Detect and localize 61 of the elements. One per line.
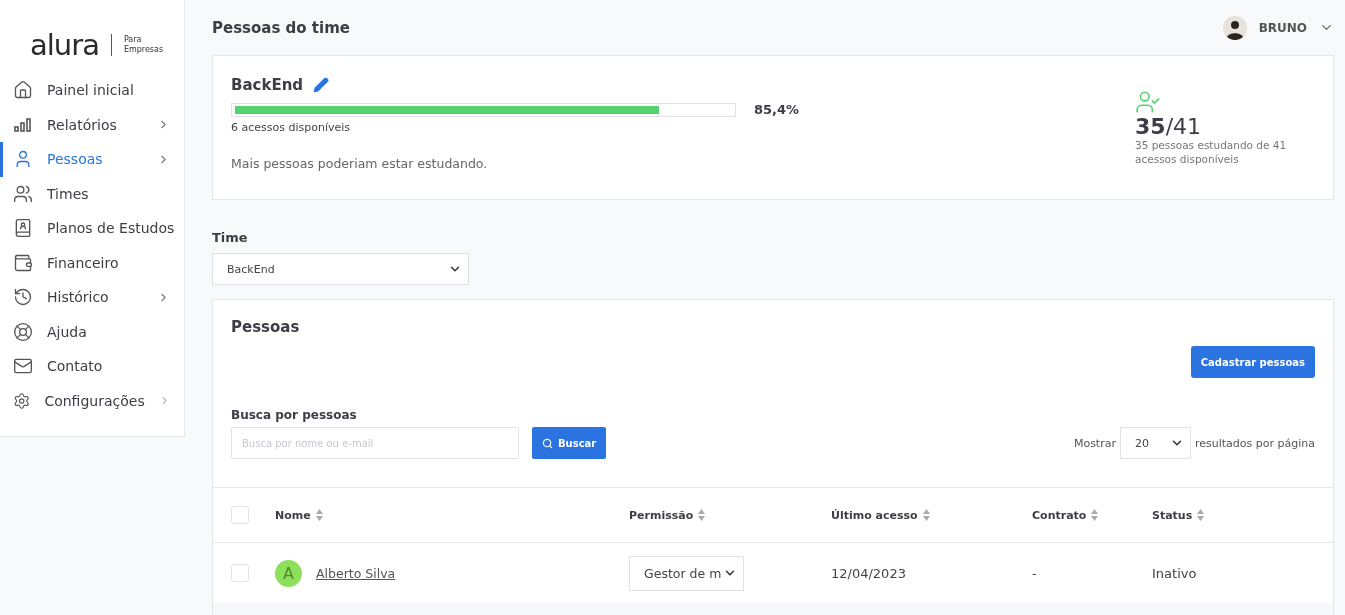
sort-icon[interactable] bbox=[315, 509, 323, 521]
user-check-icon bbox=[1135, 89, 1161, 116]
sort-icon[interactable] bbox=[922, 509, 930, 521]
page-title: Pessoas do time bbox=[212, 18, 350, 37]
team-name: BackEnd bbox=[231, 76, 304, 94]
sort-icon[interactable] bbox=[1091, 509, 1099, 521]
team-filter-label: Time bbox=[212, 230, 249, 245]
sidebar-item[interactable]: Painel inicial bbox=[0, 73, 184, 108]
row-checkbox[interactable] bbox=[231, 564, 249, 582]
table-cell-text: - bbox=[1032, 565, 1038, 581]
user-avatar[interactable] bbox=[1222, 15, 1247, 40]
info-message: Mais pessoas poderiam estar estudando. bbox=[231, 156, 489, 171]
history-icon bbox=[13, 287, 33, 308]
team-select[interactable]: BackEnd bbox=[212, 253, 469, 285]
sidebar-item[interactable]: Relatórios bbox=[0, 107, 184, 142]
contact-book-icon bbox=[13, 218, 33, 239]
per-page-label: resultados por página bbox=[1195, 436, 1315, 450]
sort-icon[interactable] bbox=[698, 509, 706, 521]
logo-tagline: Empresas bbox=[123, 45, 164, 55]
sidebar-item[interactable]: Contato bbox=[0, 349, 184, 384]
search-button[interactable]: Buscar bbox=[532, 427, 607, 459]
sidebar-item[interactable]: Ajuda bbox=[0, 314, 184, 349]
initial-avatar: A bbox=[275, 559, 302, 587]
column-header[interactable]: Nome bbox=[275, 508, 629, 522]
sidebar-item[interactable]: Histórico bbox=[0, 280, 184, 315]
column-header[interactable]: Permissão bbox=[629, 508, 831, 522]
lifebuoy-icon bbox=[13, 321, 33, 342]
page-size-select[interactable]: 20 bbox=[1120, 427, 1191, 459]
search-label: Busca por pessoas bbox=[231, 408, 358, 422]
progress-percent: 85,4% bbox=[754, 102, 800, 117]
select-all-checkbox[interactable] bbox=[231, 506, 249, 524]
wallet-icon bbox=[13, 252, 33, 273]
permission-select[interactable]: Gestor de m bbox=[629, 555, 744, 591]
sidebar-item[interactable]: Planos de Estudos bbox=[0, 211, 184, 246]
column-header[interactable]: Último acesso bbox=[831, 508, 1032, 522]
sidebar-item[interactable]: Financeiro bbox=[0, 245, 184, 280]
person-name-link[interactable]: Alberto Silva bbox=[316, 565, 396, 581]
column-header[interactable]: Status bbox=[1152, 508, 1333, 522]
show-label: Mostrar bbox=[1073, 436, 1116, 450]
logo-text: alura bbox=[30, 30, 99, 60]
user-name[interactable]: BRUNO bbox=[1258, 20, 1307, 35]
table-cell-text: 12/04/2023 bbox=[831, 565, 907, 581]
available-text: 6 acessos disponíveis bbox=[231, 121, 352, 134]
sort-icon[interactable] bbox=[1197, 509, 1205, 521]
total-count: /41 bbox=[1165, 114, 1202, 140]
table-cell-text: Inativo bbox=[1152, 565, 1198, 581]
sidebar-item[interactable]: Times bbox=[0, 176, 184, 211]
count-caption: 35 pessoas estudando de 41 acessos disponíveis bbox=[1135, 139, 1288, 166]
people-icon bbox=[13, 183, 33, 204]
add-people-button[interactable]: Cadastrar pessoas bbox=[1190, 346, 1315, 378]
sidebar-item[interactable]: Pessoas bbox=[0, 142, 184, 177]
used-count: 35 bbox=[1135, 114, 1166, 140]
search-field[interactable]: Busca por nome ou e-mail bbox=[231, 427, 519, 459]
pencil-icon[interactable] bbox=[313, 77, 330, 93]
search-icon bbox=[542, 437, 553, 449]
home-icon bbox=[13, 80, 33, 101]
column-header[interactable]: Contrato bbox=[1032, 508, 1152, 522]
sidebar-item[interactable]: Configurações bbox=[0, 383, 184, 418]
section-title: Pessoas bbox=[231, 318, 301, 336]
settings-icon bbox=[13, 390, 31, 411]
logo-tagline: Para bbox=[123, 35, 143, 45]
